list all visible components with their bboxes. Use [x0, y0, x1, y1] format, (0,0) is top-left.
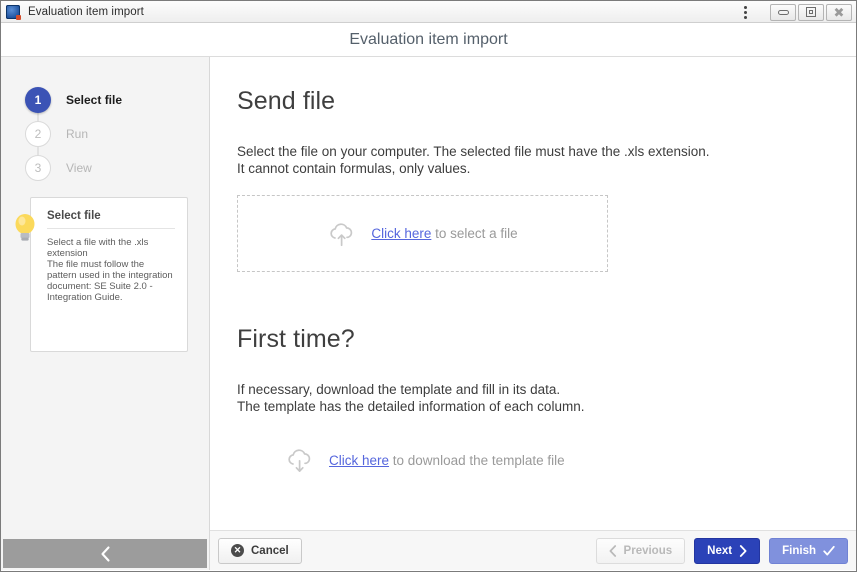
first-time-heading: First time? [237, 325, 355, 353]
select-file-rest-text: to select a file [431, 226, 518, 241]
next-button-label: Next [707, 544, 733, 557]
step-label-view: View [66, 161, 92, 175]
send-file-description: Select the file on your computer. The se… [237, 144, 710, 176]
tip-text: Select a file with the .xls extension Th… [47, 237, 173, 303]
finish-button[interactable]: Finish [769, 537, 848, 564]
se-suite-icon [6, 4, 21, 20]
step-number-3: 3 [25, 155, 51, 181]
close-button[interactable]: ✖ [826, 3, 852, 21]
sidebar-step-select-file[interactable]: 1 Select file [25, 83, 209, 117]
lightbulb-icon [15, 214, 35, 241]
download-template-link-row: Click here to download the template file [329, 453, 565, 468]
tip-title: Select file [47, 210, 175, 229]
window-title: Evaluation item import [28, 5, 144, 18]
cloud-upload-icon [330, 222, 353, 246]
cancel-circle-icon: ✕ [231, 544, 244, 557]
maximize-button[interactable] [798, 3, 824, 21]
main-content: Send file Select the file on your comput… [210, 57, 856, 530]
dialog-header: Evaluation item import [1, 23, 856, 57]
step-number-1: 1 [25, 87, 51, 113]
download-template-link[interactable]: Click here [329, 453, 389, 468]
page-title: Evaluation item import [349, 30, 508, 48]
os-title-bar: Evaluation item import ✖ [1, 1, 856, 23]
sidebar-step-view[interactable]: 3 View [25, 151, 209, 185]
chevron-right-icon [739, 544, 747, 557]
tip-panel: Select file Select a file with the .xls … [15, 197, 188, 352]
download-template-row[interactable]: Click here to download the template file [285, 447, 856, 473]
dialog-footer: ✕ Cancel Previous Next Finish [210, 530, 856, 570]
wizard-sidebar: 1 Select file 2 Run 3 View Select file S… [1, 57, 210, 570]
sidebar-step-run[interactable]: 2 Run [25, 117, 209, 151]
kebab-menu-icon[interactable] [734, 1, 756, 23]
select-file-link[interactable]: Click here [371, 226, 431, 241]
select-file-link-row: Click here to select a file [371, 226, 517, 241]
check-icon [823, 545, 835, 555]
step-number-2: 2 [25, 121, 51, 147]
finish-button-label: Finish [782, 544, 816, 557]
step-label-select-file: Select file [66, 93, 123, 107]
tip-card: Select file Select a file with the .xls … [30, 197, 188, 352]
maximize-icon [806, 7, 816, 17]
next-button[interactable]: Next [694, 537, 761, 564]
cancel-button-label: Cancel [251, 544, 289, 557]
send-file-heading: Send file [237, 87, 336, 115]
download-template-rest-text: to download the template file [389, 452, 565, 468]
step-label-run: Run [66, 127, 89, 141]
application-window: Evaluation item import ✖ Evaluation item… [0, 0, 857, 572]
main-panel: Send file Select the file on your comput… [210, 57, 856, 570]
window-controls: ✖ [734, 1, 856, 23]
dialog-body: 1 Select file 2 Run 3 View Select file S… [1, 57, 856, 570]
wizard-steps: 1 Select file 2 Run 3 View [1, 57, 209, 185]
sidebar-collapse-button[interactable] [3, 539, 207, 568]
minimize-button[interactable] [770, 3, 796, 21]
previous-button-label: Previous [623, 544, 673, 557]
cloud-download-icon [288, 449, 311, 472]
previous-button[interactable]: Previous [595, 537, 686, 564]
close-icon: ✖ [833, 4, 845, 20]
cancel-button[interactable]: ✕ Cancel [218, 537, 302, 564]
chevron-left-icon [609, 544, 616, 557]
first-time-description: If necessary, download the template and … [237, 382, 585, 414]
file-dropzone[interactable]: Click here to select a file [237, 195, 608, 272]
minimize-icon [777, 9, 789, 15]
chevron-left-icon [100, 545, 110, 562]
